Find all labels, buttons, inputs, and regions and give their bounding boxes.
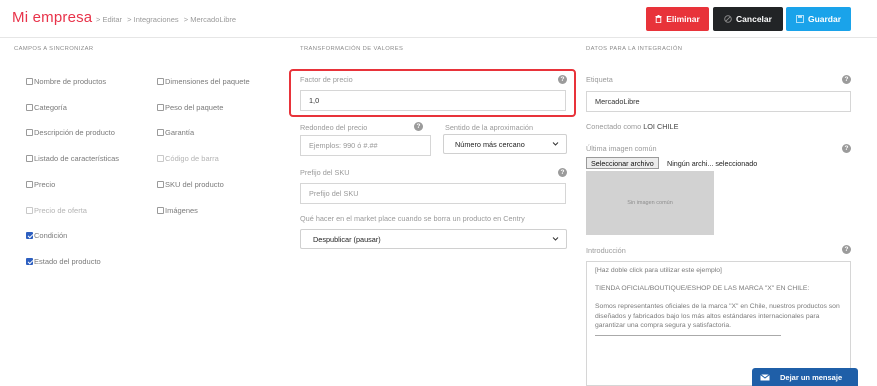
cancel-circle-icon xyxy=(724,15,732,23)
sync-checkbox-descripcion[interactable]: Descripción de producto xyxy=(26,128,115,137)
checkbox-label: Peso del paquete xyxy=(165,103,224,112)
breadcrumb-mercadolibre: > MercadoLibre xyxy=(183,15,237,24)
floppy-icon xyxy=(796,15,804,23)
checkbox[interactable] xyxy=(157,78,164,85)
checkbox[interactable] xyxy=(26,78,33,85)
tag-label: Etiqueta xyxy=(586,75,613,84)
chevron-down-icon xyxy=(552,237,559,241)
transform-column-heading: TRANSFORMACIÓN DE VALORES xyxy=(300,46,404,52)
price-factor-label: Factor de precio xyxy=(300,75,353,84)
delete-action-label: Qué hacer en el market place cuando se b… xyxy=(300,214,525,223)
checkbox[interactable] xyxy=(157,155,164,162)
delete-action-select[interactable]: Despublicar (pausar) xyxy=(300,229,567,249)
checkbox-label: SKU del producto xyxy=(165,180,224,189)
sku-prefix-input[interactable]: Prefijo del SKU xyxy=(300,183,566,204)
checkbox[interactable] xyxy=(157,181,164,188)
tag-input[interactable]: MercadoLibre xyxy=(586,91,851,112)
sync-checkbox-peso[interactable]: Peso del paquete xyxy=(157,103,223,112)
checkbox-label: Descripción de producto xyxy=(34,128,115,137)
price-factor-input[interactable]: 1,0 xyxy=(300,90,566,111)
save-button-label: Guardar xyxy=(807,14,842,24)
question-circle-icon[interactable]: ? xyxy=(558,168,567,177)
breadcrumb: > Editar > Integraciones > MercadoLibre xyxy=(96,15,239,24)
checkbox[interactable] xyxy=(26,207,33,214)
chevron-down-icon xyxy=(552,142,559,146)
connected-as: Conectado como LOI CHILE xyxy=(586,122,678,131)
checkbox-label: Precio xyxy=(34,180,56,189)
question-circle-icon[interactable]: ? xyxy=(842,144,851,153)
integration-column-heading: DATOS PARA LA INTEGRACIÓN xyxy=(586,46,683,52)
leave-message-button[interactable]: Dejar un mensaje xyxy=(752,368,858,386)
rounding-input[interactable]: Ejemplos: 990 ó #.## xyxy=(300,135,431,156)
intro-label: Introducción xyxy=(586,246,626,255)
checkbox-label: Listado de características xyxy=(34,154,120,163)
page-title[interactable]: Mi empresa xyxy=(12,9,92,26)
question-circle-icon[interactable]: ? xyxy=(842,75,851,84)
approx-select-value: Número más cercano xyxy=(455,139,525,149)
save-button[interactable]: Guardar xyxy=(786,7,851,31)
approx-label: Sentido de la aproximación xyxy=(445,123,534,132)
question-circle-icon[interactable]: ? xyxy=(414,122,423,131)
leave-message-label: Dejar un mensaje xyxy=(780,372,843,382)
sync-checkbox-garantia[interactable]: Garantía xyxy=(157,128,194,137)
image-placeholder: Sin imagen común xyxy=(586,171,714,235)
checkbox-label: Dimensiones del paquete xyxy=(165,77,250,86)
sync-column-heading: CAMPOS A SINCRONIZAR xyxy=(14,46,94,52)
checkbox[interactable] xyxy=(26,155,33,162)
approx-select[interactable]: Número más cercano xyxy=(443,134,567,154)
cancel-button-label: Cancelar xyxy=(736,14,772,24)
question-circle-icon[interactable]: ? xyxy=(558,75,567,84)
delete-action-select-value: Despublicar (pausar) xyxy=(313,234,381,244)
delete-button[interactable]: Eliminar xyxy=(646,7,709,31)
checkbox[interactable] xyxy=(26,104,33,111)
sync-checkbox-nombre[interactable]: Nombre de productos xyxy=(26,77,106,86)
file-status: Ningún archi... seleccionado xyxy=(667,159,758,168)
sync-checkbox-imagenes[interactable]: Imágenes xyxy=(157,206,198,215)
sync-checkbox-categoria[interactable]: Categoría xyxy=(26,103,67,112)
checkbox-label: Categoría xyxy=(34,103,67,112)
sync-checkbox-sku[interactable]: SKU del producto xyxy=(157,180,224,189)
checkbox[interactable] xyxy=(26,181,33,188)
checkbox[interactable] xyxy=(157,104,164,111)
rounding-label: Redondeo del precio xyxy=(300,123,368,132)
top-bar: Mi empresa > Editar > Integraciones > Me… xyxy=(0,0,877,38)
breadcrumb-integraciones[interactable]: > Integraciones xyxy=(127,15,179,24)
checkbox-label: Garantía xyxy=(165,128,195,137)
sync-checkbox-caracteristicas[interactable]: Listado de características xyxy=(26,154,119,163)
cancel-button[interactable]: Cancelar xyxy=(713,7,783,31)
envelope-icon xyxy=(760,373,770,380)
sync-checkbox-condicion[interactable]: Condición xyxy=(26,231,67,240)
connected-prefix: Conectado como xyxy=(586,122,642,131)
trash-icon xyxy=(655,15,662,23)
sync-checkbox-precio[interactable]: Precio xyxy=(26,180,55,189)
intro-line: Somos representantes oficiales de la mar… xyxy=(595,303,840,329)
choose-file-button[interactable]: Seleccionar archivo xyxy=(586,157,659,169)
sync-checkbox-codigo-barra[interactable]: Código de barra xyxy=(157,154,219,163)
delete-button-label: Eliminar xyxy=(666,14,700,24)
connected-user: LOI CHILE xyxy=(643,122,679,131)
divider xyxy=(595,335,781,337)
intro-line: [Haz doble click para utilizar este ejem… xyxy=(595,267,722,274)
checkbox[interactable] xyxy=(26,129,33,136)
checkbox-label: Precio de oferta xyxy=(34,206,87,215)
breadcrumb-editar[interactable]: > Editar xyxy=(96,15,122,24)
last-image-label: Última imagen común xyxy=(586,144,657,153)
checkbox-label: Condición xyxy=(34,231,68,240)
checkbox[interactable] xyxy=(157,207,164,214)
checkbox[interactable] xyxy=(26,258,33,265)
sku-prefix-label: Prefijo del SKU xyxy=(300,168,350,177)
checkbox-label: Código de barra xyxy=(165,154,219,163)
checkbox-label: Nombre de productos xyxy=(34,77,107,86)
checkbox[interactable] xyxy=(26,232,33,239)
checkbox-label: Imágenes xyxy=(165,206,198,215)
intro-line: TIENDA OFICIAL/BOUTIQUE/ESHOP DE LAS MAR… xyxy=(595,285,810,293)
sync-checkbox-estado[interactable]: Estado del producto xyxy=(26,257,101,266)
checkbox[interactable] xyxy=(157,129,164,136)
question-circle-icon[interactable]: ? xyxy=(842,245,851,254)
checkbox-label: Estado del producto xyxy=(34,257,101,266)
sync-checkbox-dimensiones[interactable]: Dimensiones del paquete xyxy=(157,77,250,86)
sync-checkbox-precio-oferta[interactable]: Precio de oferta xyxy=(26,206,87,215)
